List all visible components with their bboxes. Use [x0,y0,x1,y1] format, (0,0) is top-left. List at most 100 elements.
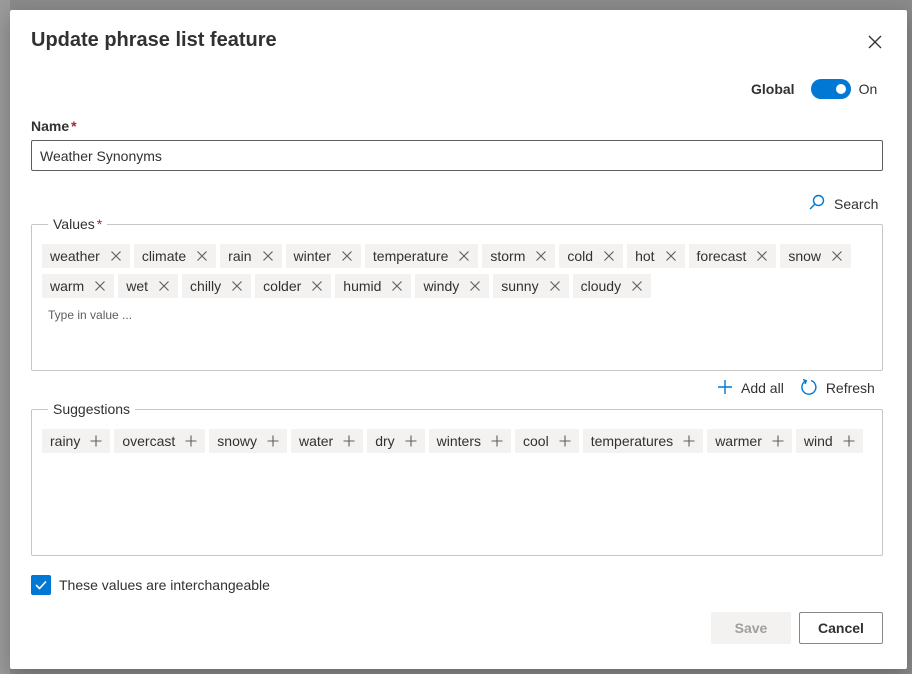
remove-chip-icon[interactable] [631,280,643,292]
suggestion-chip: warmer [707,429,792,453]
add-chip-icon[interactable] [405,435,417,447]
chip-label: cloudy [580,278,622,294]
suggestion-chip: water [290,429,364,453]
chip-label: rain [228,248,252,264]
remove-chip-icon[interactable] [549,280,561,292]
value-chip: cloudy [572,274,652,298]
remove-chip-icon[interactable] [341,250,353,262]
chip-label: winters [436,433,482,449]
value-chip: winter [285,244,361,268]
interchangeable-row: These values are interchangeable [31,575,270,595]
global-toggle-state: On [858,81,878,97]
chip-label: temperature [372,248,449,264]
refresh-icon [800,378,818,399]
chip-label: warmer [715,433,762,449]
add-chip-icon[interactable] [343,435,355,447]
chip-label: winter [293,248,331,264]
chip-label: rainy [50,433,81,449]
value-input[interactable] [48,308,348,322]
remove-chip-icon[interactable] [458,250,470,262]
chip-label: wind [803,433,833,449]
chip-label: temperatures [590,433,674,449]
toggle-knob [835,84,846,94]
search-label: Search [834,196,879,212]
add-chip-icon[interactable] [772,435,784,447]
refresh-label: Refresh [825,380,875,396]
add-chip-icon[interactable] [267,435,279,447]
add-chip-icon[interactable] [90,435,102,447]
value-chip: hot [627,244,685,268]
chip-label: hot [635,248,655,264]
dialog-title: Update phrase list feature [31,29,277,51]
suggestion-chips: rainy overcast snowy water dry winters cool tem… [42,429,872,453]
save-button[interactable]: Save [711,612,791,644]
chip-label: overcast [122,433,176,449]
remove-chip-icon[interactable] [603,250,615,262]
values-group: Values * weather climate rain winter temperat… [31,216,883,371]
suggestion-chip: rainy [42,429,111,453]
add-chip-icon[interactable] [683,435,695,447]
suggestion-chip: cool [515,429,579,453]
value-chip: temperature [364,244,479,268]
value-chip: storm [482,244,556,268]
chip-label: sunny [501,278,539,294]
remove-chip-icon[interactable] [665,250,677,262]
interchangeable-checkbox[interactable] [31,575,51,595]
value-chip: forecast [688,244,777,268]
suggestion-chip: winters [428,429,512,453]
suggestion-chip: snowy [209,429,287,453]
remove-chip-icon[interactable] [196,250,208,262]
backdrop [0,0,10,674]
global-toggle[interactable] [810,79,851,99]
remove-chip-icon[interactable] [535,250,547,262]
remove-chip-icon[interactable] [262,250,274,262]
search-icon [808,193,826,216]
chip-label: colder [263,278,302,294]
chip-label: snow [788,248,822,264]
required-mark: * [96,216,103,232]
remove-chip-icon[interactable] [311,280,323,292]
suggestion-actions: Add all Refresh [717,377,875,399]
remove-chip-icon[interactable] [94,280,106,292]
add-chip-icon[interactable] [491,435,503,447]
value-chips: weather climate rain winter temperature storm… [42,244,872,298]
remove-chip-icon[interactable] [469,280,481,292]
name-label: Name * [31,118,77,134]
plus-icon [717,379,733,398]
value-chip: climate [133,244,217,268]
remove-chip-icon[interactable] [391,280,403,292]
chip-label: wet [126,278,149,294]
chip-label: cold [567,248,594,264]
remove-chip-icon[interactable] [756,250,768,262]
search-button[interactable]: Search [808,193,878,215]
remove-chip-icon[interactable] [158,280,170,292]
add-chip-icon[interactable] [559,435,571,447]
remove-chip-icon[interactable] [110,250,122,262]
remove-chip-icon[interactable] [231,280,243,292]
suggestion-chip: dry [367,429,425,453]
value-chip: sunny [493,274,569,298]
value-chip: wet [118,274,179,298]
global-toggle-row: Global On [751,78,877,100]
value-chip: rain [220,244,282,268]
value-chip: windy [415,274,490,298]
chip-label: humid [343,278,382,294]
values-legend: Values * [48,216,107,232]
chip-label: forecast [696,248,747,264]
close-icon[interactable] [865,32,885,52]
add-chip-icon[interactable] [843,435,855,447]
chip-label: weather [50,248,100,264]
value-chip: humid [335,274,412,298]
chip-label: dry [375,433,395,449]
chip-label: water [298,433,334,449]
remove-chip-icon[interactable] [831,250,843,262]
update-phrase-list-dialog: Update phrase list feature Global On Nam… [10,10,907,669]
add-chip-icon[interactable] [185,435,197,447]
name-input[interactable] [31,140,883,171]
interchangeable-label: These values are interchangeable [59,577,270,593]
add-all-button[interactable]: Add all [717,379,784,398]
cancel-button[interactable]: Cancel [799,612,883,644]
name-label-text: Name [31,118,70,134]
refresh-button[interactable]: Refresh [800,378,875,399]
value-chip: weather [42,244,130,268]
